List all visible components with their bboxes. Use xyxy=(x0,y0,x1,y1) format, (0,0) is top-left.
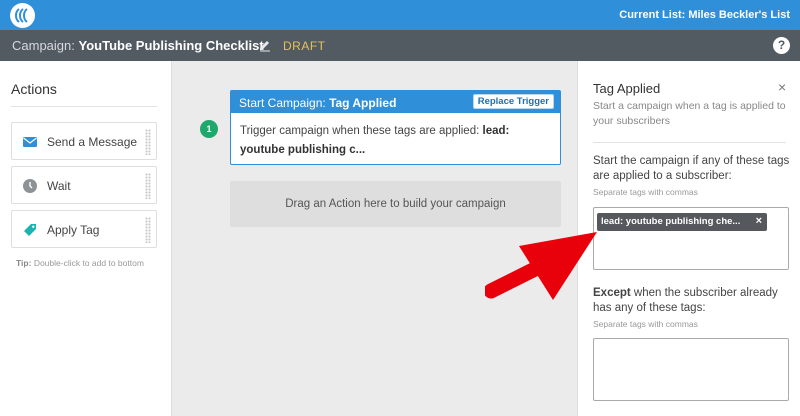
dropzone-text: Drag an Action here to build your campai… xyxy=(285,198,506,210)
aweber-logo-icon[interactable] xyxy=(10,3,35,28)
divider xyxy=(593,142,786,143)
any-tags-hint: Separate tags with commas xyxy=(593,187,698,197)
divider xyxy=(11,106,157,107)
envelope-icon xyxy=(22,134,38,150)
drag-handle[interactable] xyxy=(145,217,151,243)
except-tags-hint: Separate tags with commas xyxy=(593,319,698,329)
tip-text: Tip: Double-click to add to bottom xyxy=(16,258,144,268)
close-icon[interactable]: × xyxy=(778,80,786,94)
actions-title: Actions xyxy=(11,81,57,97)
tag-chip-label: lead: youtube publishing che... xyxy=(601,216,741,227)
drag-handle[interactable] xyxy=(145,173,151,199)
tag-chip[interactable]: lead: youtube publishing che... × xyxy=(597,213,767,231)
except-tags-label: Except when the subscriber already has a… xyxy=(593,286,793,316)
action-apply-tag[interactable]: Apply Tag xyxy=(11,210,157,248)
action-wait[interactable]: Wait xyxy=(11,166,157,204)
tag-icon xyxy=(22,222,38,238)
edit-pencil-icon[interactable] xyxy=(258,38,272,52)
campaign-name: YouTube Publishing Checklist xyxy=(78,38,264,53)
settings-description: Start a campaign when a tag is applied t… xyxy=(593,100,786,127)
trigger-header: Start Campaign: Tag Applied Replace Trig… xyxy=(231,91,560,113)
trigger-body-text: Trigger campaign when these tags are app… xyxy=(240,125,480,137)
tip-body: Double-click to add to bottom xyxy=(33,258,144,268)
trigger-settings-panel: Tag Applied × Start a campaign when a ta… xyxy=(577,61,800,416)
campaign-prefix: Campaign: xyxy=(12,38,75,53)
action-label: Apply Tag xyxy=(47,223,100,237)
tip-label: Tip: xyxy=(16,258,32,268)
campaign-title: Campaign: YouTube Publishing Checklist xyxy=(12,38,264,53)
current-list-label[interactable]: Current List: Miles Beckler's List xyxy=(619,9,790,21)
step-number-badge: 1 xyxy=(200,120,218,138)
remove-tag-icon[interactable]: × xyxy=(756,215,762,227)
except-tags-input[interactable] xyxy=(593,338,789,401)
action-label: Wait xyxy=(47,179,71,193)
drag-handle[interactable] xyxy=(145,129,151,155)
settings-title: Tag Applied xyxy=(593,81,661,96)
red-annotation-arrow xyxy=(485,232,597,300)
actions-panel: Actions Send a Message Wait Apply Tag Ti… xyxy=(0,61,172,416)
help-icon[interactable]: ? xyxy=(773,37,790,54)
trigger-prefix: Start Campaign: xyxy=(239,96,326,110)
action-dropzone[interactable]: Drag an Action here to build your campai… xyxy=(230,181,561,227)
status-badge: DRAFT xyxy=(283,39,326,53)
clock-icon xyxy=(22,178,38,194)
trigger-name: Tag Applied xyxy=(329,96,397,110)
action-send-message[interactable]: Send a Message xyxy=(11,122,157,160)
any-tags-label: Start the campaign if any of these tags … xyxy=(593,155,790,182)
trigger-tags-input[interactable]: lead: youtube publishing che... × xyxy=(593,207,789,270)
campaign-bar: Campaign: YouTube Publishing Checklist D… xyxy=(0,30,800,61)
action-label: Send a Message xyxy=(47,135,138,149)
trigger-card[interactable]: Start Campaign: Tag Applied Replace Trig… xyxy=(230,90,561,165)
replace-trigger-button[interactable]: Replace Trigger xyxy=(472,94,554,109)
top-bar: Current List: Miles Beckler's List xyxy=(0,0,800,30)
trigger-title: Start Campaign: Tag Applied xyxy=(239,96,396,110)
trigger-description: Trigger campaign when these tags are app… xyxy=(240,122,552,160)
